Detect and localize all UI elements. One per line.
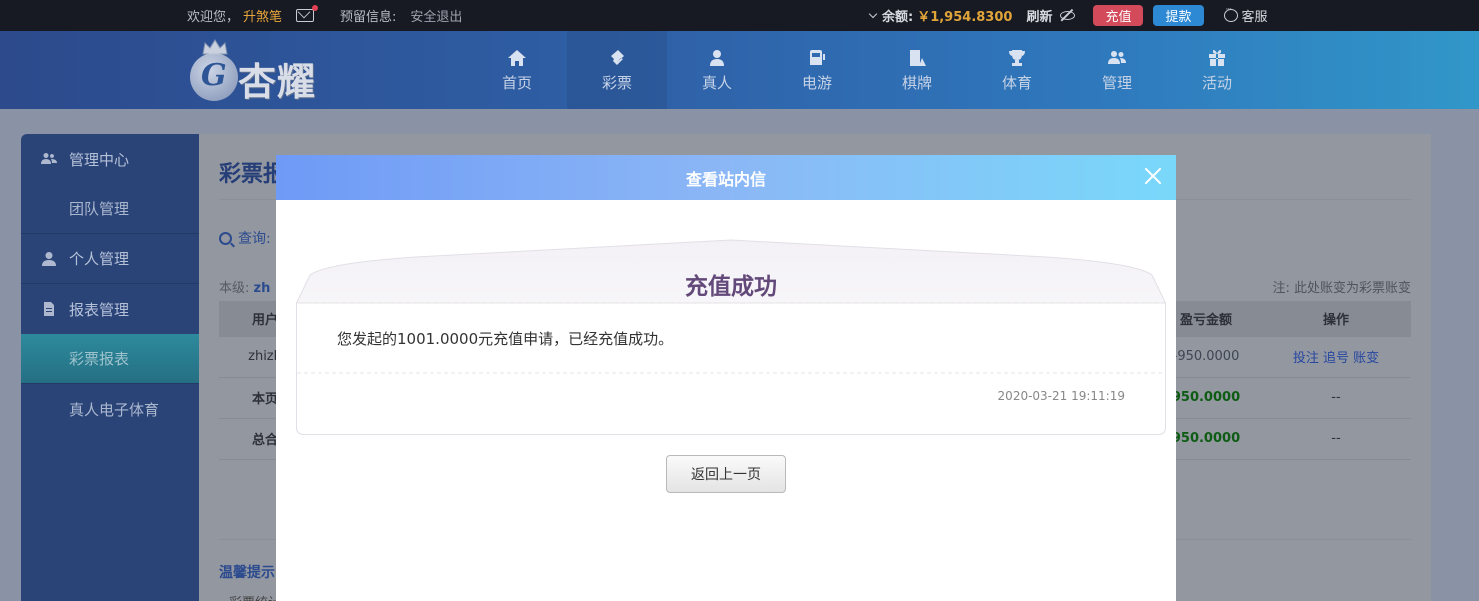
close-icon[interactable] (1142, 165, 1164, 187)
back-button[interactable]: 返回上一页 (666, 455, 786, 493)
chevron-down-icon[interactable] (868, 9, 878, 18)
balance-value: ￥1,954.8300 (917, 10, 1013, 25)
logout-link[interactable]: 安全退出 (410, 6, 462, 25)
chat-icon (1223, 5, 1238, 22)
level-label: 本级: (219, 281, 250, 296)
refresh-link[interactable]: 刷新 (1026, 6, 1052, 25)
cards-icon (905, 47, 929, 69)
message-dialog: 查看站内信 充值成功 您发起的1001.0000元充值申请，已经充值成功。 20… (276, 155, 1176, 601)
unread-dot (312, 5, 319, 11)
username-link[interactable]: 升煞笔 (243, 6, 282, 25)
level-breadcrumb: 本级: zh (219, 277, 270, 296)
report-icon (41, 301, 57, 317)
dialog-title: 查看站内信 (685, 169, 766, 189)
nav-label: 管理 (1101, 74, 1132, 92)
withdraw-button[interactable]: 提款 (1153, 5, 1204, 26)
ticket-icon (605, 47, 629, 69)
nav-label: 首页 (501, 74, 532, 92)
nav-label: 真人 (701, 74, 732, 92)
reserved-info-label: 预留信息: (340, 10, 397, 25)
nav-activity[interactable]: 活动 (1167, 31, 1267, 109)
logo-badge: G (190, 53, 238, 101)
level-user-link[interactable]: zh (254, 281, 271, 296)
site-logo[interactable]: G 杏耀 (188, 37, 338, 104)
message-body: 您发起的1001.0000元充值申请，已经充值成功。 (337, 330, 674, 348)
sidebar: 管理中心 团队管理 个人管理 报表管理 彩票报表 真人电子体育 (21, 134, 199, 601)
mail-icon[interactable] (296, 5, 319, 22)
sidebar-group-label: 个人管理 (69, 250, 130, 268)
nav-label: 棋牌 (901, 74, 932, 92)
trophy-icon (1005, 47, 1029, 69)
top-bar: 欢迎您， 升煞笔 预留信息: 安全退出 余额: ￥1,954.8300 刷新 充… (0, 0, 1479, 31)
dialog-header: 查看站内信 (276, 155, 1176, 200)
gift-icon (1205, 47, 1229, 69)
cell-actions: -- (1261, 377, 1411, 419)
sidebar-item-team[interactable]: 团队管理 (21, 184, 199, 234)
nav-home[interactable]: 首页 (467, 31, 567, 109)
message-date: 2020-03-21 19:11:19 (997, 389, 1125, 403)
nav-label: 体育 (1001, 74, 1032, 92)
dealer-icon (705, 47, 729, 69)
query-label: 查询: (238, 231, 271, 247)
query-section[interactable]: 查询: (219, 228, 271, 248)
sidebar-item-lottery-report[interactable]: 彩票报表 (21, 334, 199, 384)
nav-lottery[interactable]: 彩票 (567, 31, 667, 109)
main-header: G 杏耀 首页 彩票 真人 电游 棋牌 体育 管理 活动 (0, 31, 1479, 109)
brand-name: 杏耀 (238, 60, 317, 104)
customer-service-label: 客服 (1241, 10, 1268, 25)
nav-manage[interactable]: 管理 (1067, 31, 1167, 109)
sidebar-group-reports[interactable]: 报表管理 (21, 284, 199, 334)
tips-text: 彩票统计 (229, 592, 281, 601)
nav-label: 彩票 (601, 74, 632, 92)
message-card: 充值成功 您发起的1001.0000元充值申请，已经充值成功。 2020-03-… (296, 239, 1166, 435)
home-icon (505, 47, 529, 69)
recharge-button[interactable]: 充值 (1093, 5, 1144, 26)
nav-sports[interactable]: 体育 (967, 31, 1067, 109)
balance-label: 余额: (882, 10, 914, 25)
nav-label: 活动 (1201, 74, 1232, 92)
customer-service-link[interactable]: 客服 (1223, 5, 1268, 25)
table-note: 注: 此处账变为彩票账变 (1272, 281, 1411, 296)
sidebar-group-personal[interactable]: 个人管理 (21, 234, 199, 284)
nav-label: 电游 (801, 74, 832, 92)
sidebar-group-label: 管理中心 (69, 150, 130, 169)
nav-live[interactable]: 真人 (667, 31, 767, 109)
tips-heading: 温馨提示 (219, 565, 275, 581)
cell-actions-links[interactable]: 投注 追号 账变 (1261, 336, 1411, 378)
users-icon (1105, 47, 1129, 69)
hide-balance-icon[interactable] (1060, 11, 1076, 20)
nav-chess[interactable]: 棋牌 (867, 31, 967, 109)
sidebar-group-label: 报表管理 (69, 300, 130, 319)
sidebar-group-management-center[interactable]: 管理中心 (21, 134, 199, 184)
user-icon (41, 251, 57, 267)
message-title: 充值成功 (685, 274, 777, 300)
cell-actions: -- (1261, 418, 1411, 460)
search-icon (219, 231, 232, 245)
welcome-text: 欢迎您， (187, 10, 240, 25)
header-actions: 操作 (1261, 301, 1411, 337)
slot-icon (805, 47, 829, 69)
nav-egames[interactable]: 电游 (767, 31, 867, 109)
users-icon (41, 151, 57, 167)
main-nav: 首页 彩票 真人 电游 棋牌 体育 管理 活动 (467, 31, 1267, 109)
sidebar-item-live-egame-sports[interactable]: 真人电子体育 (21, 384, 199, 434)
